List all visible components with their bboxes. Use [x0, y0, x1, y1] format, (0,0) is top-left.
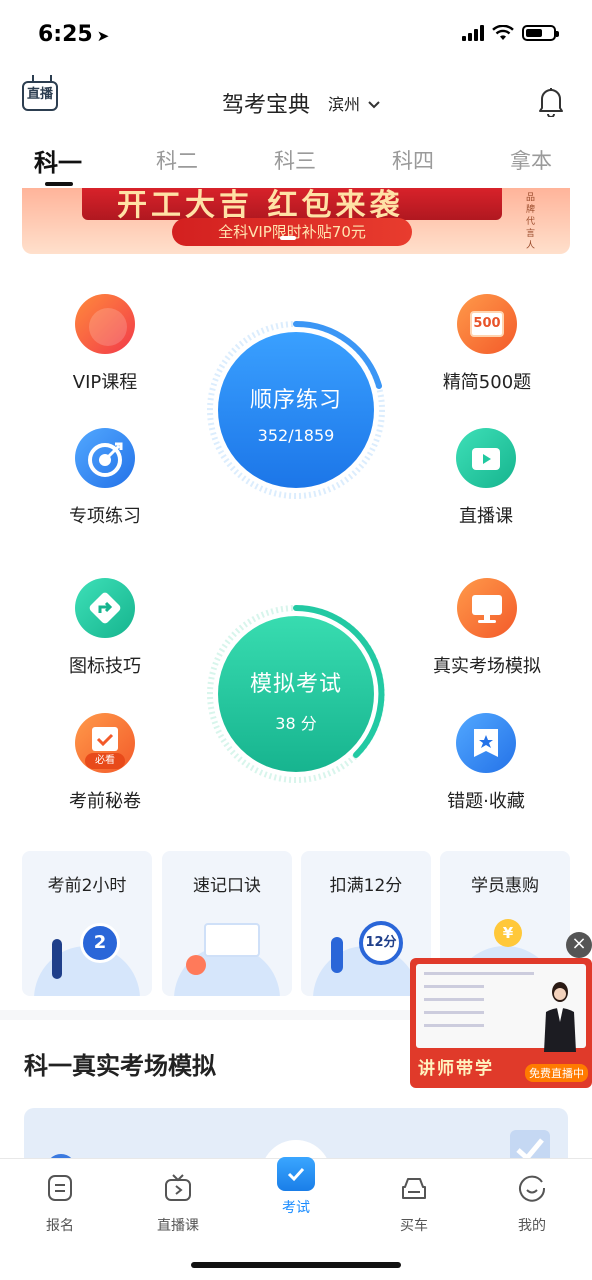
bookmark-icon: [456, 713, 516, 773]
live-course-label: 直播课: [459, 506, 513, 527]
smile-icon: [519, 1175, 546, 1202]
register-icon: [48, 1175, 72, 1201]
tab-subject-2[interactable]: 科二: [156, 145, 198, 175]
tab-subject-3[interactable]: 科三: [274, 145, 316, 175]
tab-register[interactable]: 报名: [20, 1173, 100, 1235]
vip-icon: [75, 294, 135, 354]
reader-illustration: [186, 955, 206, 975]
tab-label: 买车: [400, 1218, 428, 1234]
sequential-practice-progress: 352/1859: [257, 426, 335, 445]
city-selector[interactable]: 滨州: [328, 91, 381, 115]
tab-mine[interactable]: 我的: [492, 1173, 572, 1235]
section-title: 科一真实考场模拟: [24, 1052, 216, 1080]
quick-card-mnemonics[interactable]: 速记口诀: [162, 851, 292, 996]
tab-subject-4[interactable]: 科四: [392, 145, 434, 175]
promo-title: 讲师带学: [418, 1059, 494, 1079]
lecturer-illustration: [544, 982, 576, 1052]
chevron-down-icon: [368, 101, 380, 109]
status-icons: [462, 25, 559, 41]
banner-pill: 全科VIP限时补贴70元: [172, 218, 412, 246]
vip-course-label: VIP课程: [72, 372, 138, 393]
pre-exam-secrets-button[interactable]: 必看 考前秘卷: [58, 713, 152, 813]
500-board-icon: 500: [457, 294, 517, 354]
board-illustration: [204, 923, 260, 957]
tab-underline: [45, 182, 73, 186]
tab-subject-1[interactable]: 科一: [34, 143, 82, 178]
bell-icon[interactable]: [536, 85, 566, 117]
mock-exam-score: 38 分: [275, 714, 317, 733]
banner-page-indicator: [280, 236, 296, 240]
sign-skills-label: 图标技巧: [69, 656, 141, 677]
signal-icon: [462, 25, 484, 41]
quick-card-label: 扣满12分: [329, 876, 403, 896]
mock-exam-core: 模拟考试 38 分: [218, 616, 374, 772]
tab-label: 考试: [282, 1200, 310, 1216]
wifi-icon: [492, 25, 514, 40]
wrong-favorites-label: 错题·收藏: [447, 791, 525, 812]
exam-folder-icon: [277, 1157, 315, 1191]
sequential-practice-button[interactable]: 顺序练习 352/1859: [206, 320, 386, 500]
location-arrow-icon: ➤: [96, 27, 110, 45]
video-icon: [456, 428, 516, 488]
tab-label: 我的: [518, 1218, 546, 1234]
stopwatch-icon: 2: [80, 923, 120, 963]
live-course-button[interactable]: 直播课: [448, 428, 524, 528]
tab-label: 报名: [46, 1218, 74, 1234]
tab-exam[interactable]: 考试: [256, 1157, 336, 1217]
home-indicator: [191, 1262, 401, 1268]
real-exam-sim-button[interactable]: 真实考场模拟: [422, 578, 552, 678]
wrong-favorites-button[interactable]: 错题·收藏: [436, 713, 536, 813]
road-sign-icon: [75, 578, 135, 638]
must-see-badge: 必看: [85, 753, 125, 769]
target-icon: [75, 428, 135, 488]
exam-paper-icon: 必看: [75, 713, 135, 773]
monitor-icon: [457, 578, 517, 638]
tab-label: 直播课: [157, 1218, 199, 1234]
quick-card-label: 考前2小时: [47, 876, 127, 896]
status-time: 6:25 ➤: [38, 22, 110, 47]
close-icon[interactable]: ×: [566, 932, 592, 958]
quick-card-label: 学员惠购: [471, 876, 539, 896]
concise-500-button[interactable]: 500 精简500题: [432, 294, 542, 394]
person-illustration: [331, 937, 343, 973]
mock-exam-title: 模拟考试: [249, 672, 342, 697]
subject-tabs: 科一 科二 科三 科四 拿本: [0, 140, 592, 188]
coin-icon: ¥: [494, 919, 522, 947]
special-practice-label: 专项练习: [69, 506, 141, 527]
status-bar: 6:25 ➤: [0, 0, 592, 70]
banner-side-text: 品牌代言人: [526, 193, 536, 251]
promo-banner[interactable]: 开工大吉 红包来袭 全科VIP限时补贴70元 品牌代言人: [22, 188, 570, 254]
quick-card-2-hours[interactable]: 考前2小时 2: [22, 851, 152, 996]
car-icon: [402, 1178, 426, 1199]
concise-500-label: 精简500题: [442, 372, 532, 393]
promo-video-preview: [416, 964, 586, 1052]
tv-icon: [165, 1174, 191, 1201]
lecturer-live-promo[interactable]: 讲师带学 免费直播中: [410, 958, 592, 1088]
sign-skills-button[interactable]: 图标技巧: [58, 578, 152, 678]
sequential-practice-core: 顺序练习 352/1859: [218, 332, 374, 488]
app-title: 驾考宝典: [222, 93, 311, 118]
mock-exam-button[interactable]: 模拟考试 38 分: [206, 604, 386, 784]
tab-live-course[interactable]: 直播课: [138, 1173, 218, 1235]
sequential-practice-title: 顺序练习: [249, 388, 342, 413]
real-exam-sim-label: 真实考场模拟: [433, 656, 541, 677]
vip-course-button[interactable]: VIP课程: [62, 294, 148, 394]
city-label: 滨州: [328, 95, 361, 114]
quick-card-label: 速记口诀: [193, 876, 261, 896]
12-points-badge: 12分: [359, 921, 403, 965]
battery-icon: [522, 25, 559, 41]
live-button[interactable]: 直播: [22, 81, 58, 111]
person-illustration: [52, 939, 62, 979]
tab-buy-car[interactable]: 买车: [374, 1173, 454, 1235]
pre-exam-secrets-label: 考前秘卷: [69, 791, 141, 812]
500-badge: 500: [470, 311, 504, 337]
top-bar: 直播 驾考宝典 滨州: [0, 75, 592, 125]
tab-get-license[interactable]: 拿本: [510, 145, 552, 175]
promo-live-badge: 免费直播中: [525, 1064, 588, 1082]
special-practice-button[interactable]: 专项练习: [58, 428, 152, 528]
